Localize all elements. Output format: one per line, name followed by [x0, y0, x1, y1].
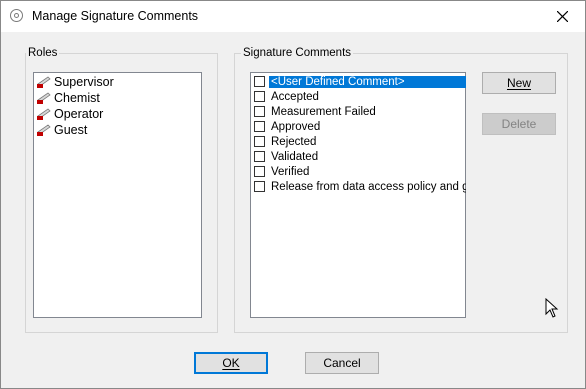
role-label: Guest	[54, 123, 88, 137]
role-item-guest[interactable]: Guest	[36, 122, 87, 138]
comment-label: Verified	[271, 165, 310, 178]
title-bar[interactable]: Manage Signature Comments	[1, 1, 585, 32]
comment-item-rejected[interactable]: Rejected	[252, 134, 466, 149]
comment-label: Approved	[271, 120, 321, 133]
comment-checkbox[interactable]	[254, 136, 265, 147]
role-item-supervisor[interactable]: Supervisor	[36, 74, 114, 90]
comment-item-release[interactable]: Release from data access policy and gra	[252, 179, 466, 194]
comment-checkbox[interactable]	[254, 76, 265, 87]
dialog-window: Manage Signature Comments Roles Supervis…	[0, 0, 586, 389]
ok-button[interactable]: OK	[194, 352, 268, 374]
comment-label: Measurement Failed	[271, 105, 376, 118]
comment-item-approved[interactable]: Approved	[252, 119, 466, 134]
cancel-button-label: Cancel	[323, 356, 361, 370]
comment-checkbox[interactable]	[254, 91, 265, 102]
settings-icon	[10, 9, 23, 22]
comment-item-user-defined[interactable]: <User Defined Comment>	[252, 74, 466, 89]
roles-list[interactable]: Supervisor Chemist Operator Guest	[33, 72, 202, 318]
comment-item-accepted[interactable]: Accepted	[252, 89, 466, 104]
delete-button[interactable]: Delete	[482, 113, 556, 135]
window-title: Manage Signature Comments	[32, 9, 199, 23]
comment-label: Accepted	[271, 90, 319, 103]
role-label: Supervisor	[54, 75, 114, 89]
comment-label: Release from data access policy and gra	[271, 180, 466, 193]
mouse-cursor-icon	[545, 298, 559, 318]
comment-checkbox[interactable]	[254, 151, 265, 162]
close-button[interactable]	[541, 1, 585, 32]
role-icon	[36, 91, 52, 105]
comment-checkbox[interactable]	[254, 166, 265, 177]
role-item-operator[interactable]: Operator	[36, 106, 103, 122]
comment-label: Rejected	[271, 135, 317, 148]
role-icon	[36, 75, 52, 89]
comment-checkbox[interactable]	[254, 181, 265, 192]
delete-button-label: Delete	[501, 117, 537, 131]
comment-label: Validated	[271, 150, 319, 163]
role-icon	[36, 123, 52, 137]
signature-comments-list[interactable]: <User Defined Comment> Accepted Measurem…	[250, 72, 466, 318]
signature-comments-group-label: Signature Comments	[241, 47, 354, 59]
new-button[interactable]: New	[482, 72, 556, 94]
comment-checkbox[interactable]	[254, 121, 265, 132]
new-button-label: New	[506, 76, 531, 90]
role-icon	[36, 107, 52, 121]
comment-item-measurement-failed[interactable]: Measurement Failed	[252, 104, 466, 119]
comment-item-verified[interactable]: Verified	[252, 164, 466, 179]
role-item-chemist[interactable]: Chemist	[36, 90, 100, 106]
role-label: Chemist	[54, 91, 100, 105]
comment-item-validated[interactable]: Validated	[252, 149, 466, 164]
close-icon	[557, 11, 568, 22]
cancel-button[interactable]: Cancel	[305, 352, 379, 374]
roles-group-label: Roles	[26, 47, 60, 59]
comment-label: <User Defined Comment>	[269, 75, 466, 88]
ok-button-label: OK	[222, 356, 240, 370]
role-label: Operator	[54, 107, 104, 121]
comment-checkbox[interactable]	[254, 106, 265, 117]
